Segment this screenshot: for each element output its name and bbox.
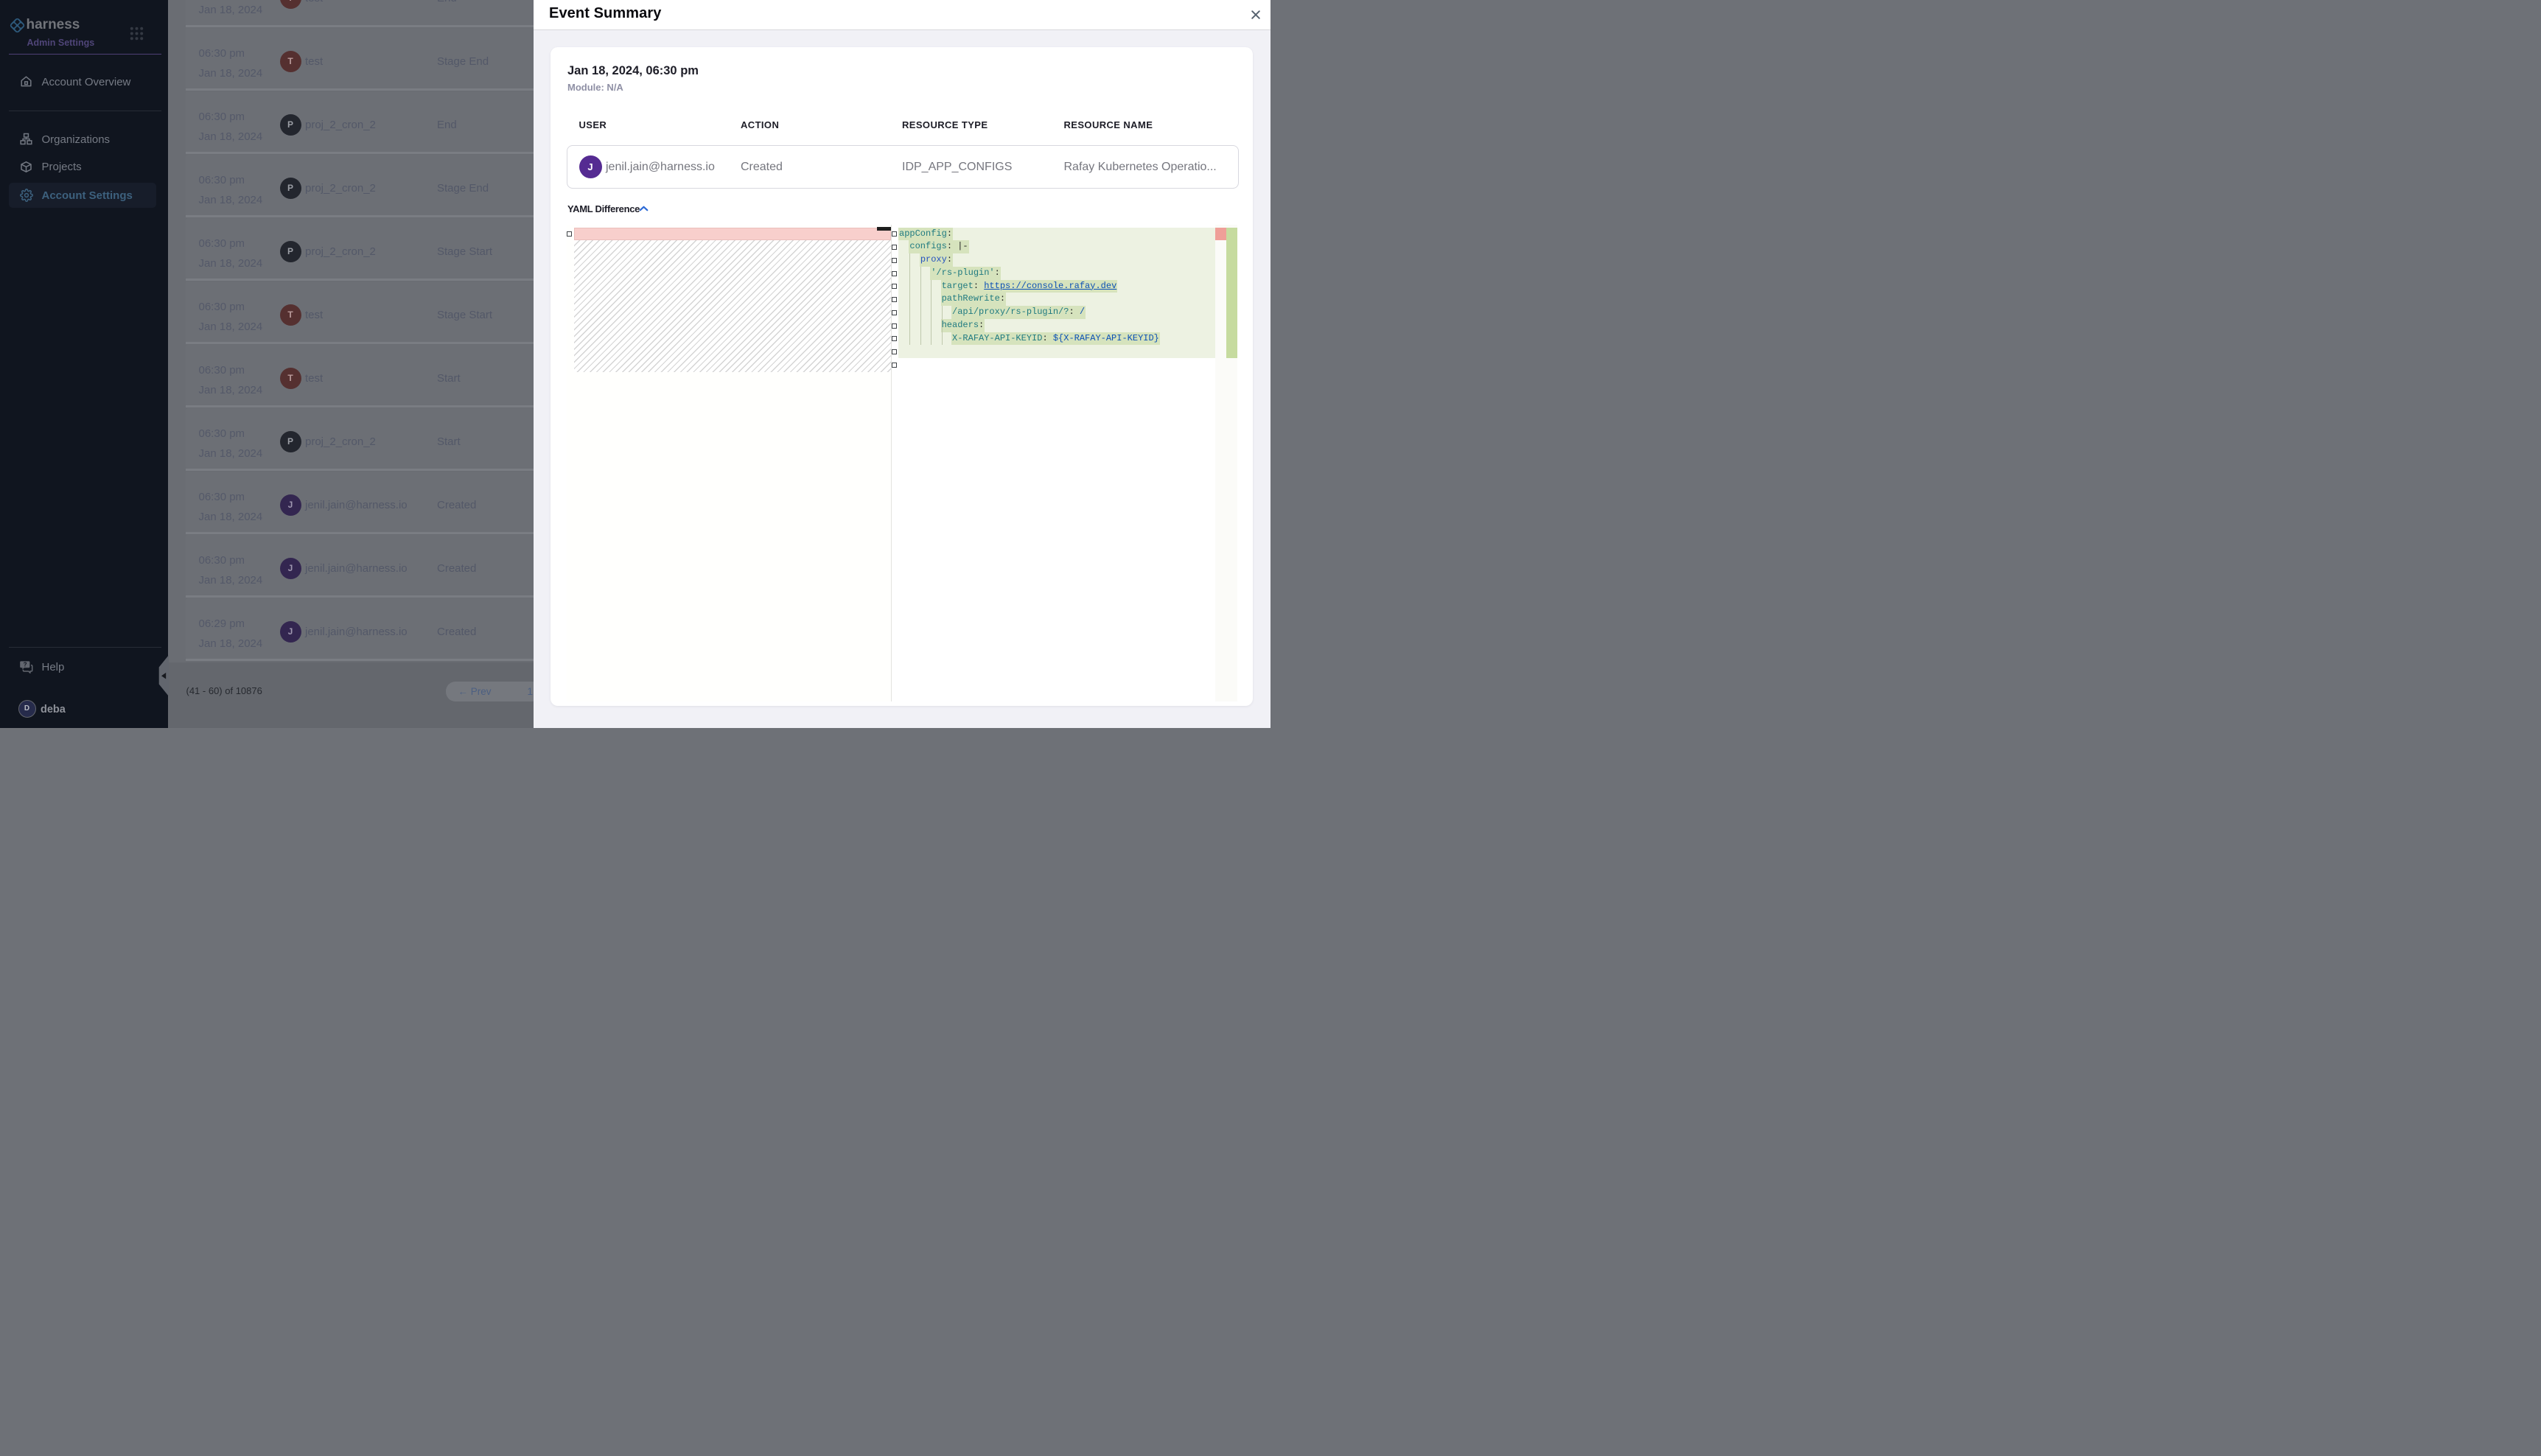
svg-text:?: ? <box>24 662 27 668</box>
